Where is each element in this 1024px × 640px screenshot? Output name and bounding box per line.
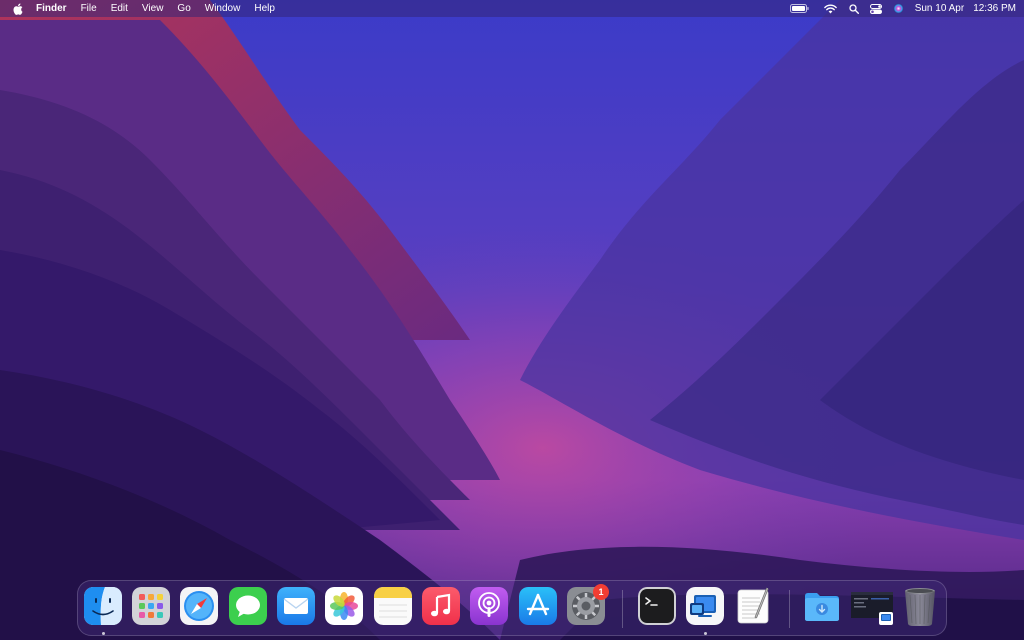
wallpaper (0, 0, 1024, 640)
control-center-icon[interactable] (870, 0, 883, 17)
desktop[interactable]: Finder File Edit View Go Window Help Sun… (0, 0, 1024, 640)
menu-help[interactable]: Help (254, 0, 275, 17)
dock-divider (622, 590, 623, 628)
menu-window[interactable]: Window (205, 0, 241, 17)
textedit-icon[interactable] (734, 587, 772, 625)
downloads-folder-icon[interactable] (803, 587, 841, 625)
screenshot-stack-icon[interactable] (851, 587, 893, 625)
siri-icon[interactable] (893, 0, 905, 17)
launchpad-icon[interactable] (132, 587, 170, 625)
menu-go[interactable]: Go (177, 0, 190, 17)
finder-icon[interactable] (84, 587, 122, 625)
remote-desktop-running-indicator (704, 632, 707, 635)
messages-icon[interactable] (229, 587, 267, 625)
clock-date: Sun 10 Apr (914, 3, 965, 14)
app-store-icon[interactable] (519, 587, 557, 625)
menu-file[interactable]: File (81, 0, 97, 17)
podcasts-icon[interactable] (470, 587, 508, 625)
menu-view[interactable]: View (142, 0, 164, 17)
app-menu-finder[interactable]: Finder (36, 0, 67, 17)
trash-icon[interactable] (901, 587, 939, 626)
menu-bar-status-area: Sun 10 Apr 12:36 PM (790, 0, 1016, 17)
battery-icon[interactable] (790, 0, 810, 17)
system-preferences-badge: 1 (593, 584, 609, 600)
safari-icon[interactable] (180, 587, 218, 625)
menu-edit[interactable]: Edit (111, 0, 128, 17)
notes-icon[interactable] (374, 587, 412, 625)
finder-running-indicator (102, 632, 105, 635)
dock-divider-2 (789, 590, 790, 628)
mail-icon[interactable] (277, 587, 315, 625)
spotlight-icon[interactable] (848, 0, 860, 17)
remote-desktop-icon[interactable] (686, 587, 724, 625)
music-icon[interactable] (422, 587, 460, 625)
menu-bar-clock[interactable]: Sun 10 Apr 12:36 PM (915, 3, 1016, 14)
menu-bar: Finder File Edit View Go Window Help Sun… (0, 0, 1024, 17)
wifi-icon[interactable] (824, 0, 838, 17)
apple-menu-icon[interactable] (12, 3, 24, 15)
clock-time: 12:36 PM (973, 3, 1016, 14)
photos-icon[interactable] (325, 587, 363, 625)
terminal-icon[interactable] (638, 587, 676, 625)
